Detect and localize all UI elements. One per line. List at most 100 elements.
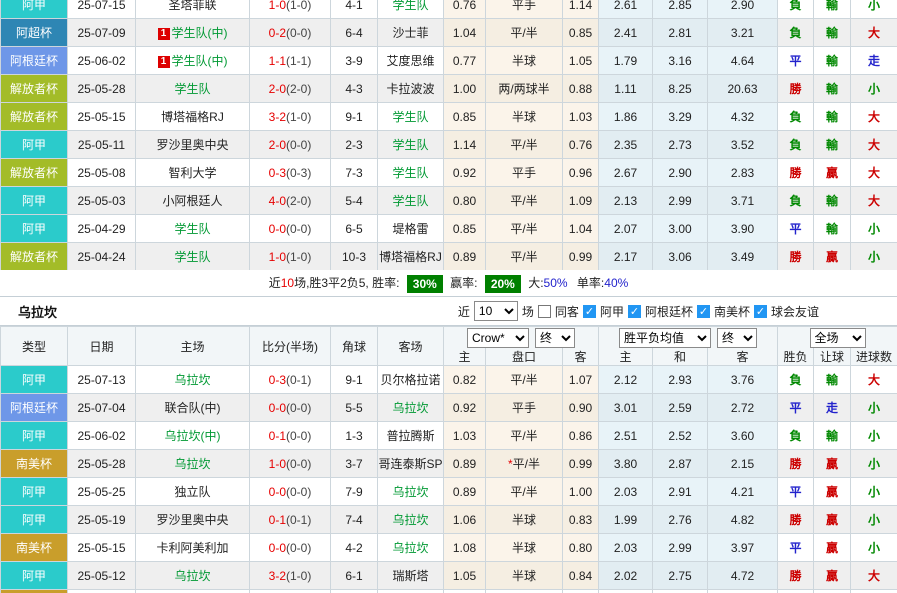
asia-away-odds-cell: 1.09 <box>563 187 599 215</box>
bottom-matches-table-clip: 类型 日期 主场 比分(半场) 角球 客场 Crow* 终 胜平负均值 <box>0 326 897 593</box>
empty-cell <box>851 590 897 593</box>
fulltime-score: 1-0 <box>269 0 286 12</box>
euro-draw-odds-cell: 8.25 <box>653 75 708 103</box>
euro-away-odds-cell: 3.90 <box>708 215 778 243</box>
result-goals-cell: 小 <box>851 0 897 19</box>
league-cell: 阿超杯 <box>1 19 68 47</box>
away-team-name: 瑞斯塔 <box>392 569 428 583</box>
subcol-asia-away: 客 <box>563 348 599 366</box>
asia-away-odds-cell: 1.00 <box>563 478 599 506</box>
halftime-score: (1-0) <box>286 0 311 12</box>
asia-away-odds-cell: 0.84 <box>563 562 599 590</box>
euro-home-odds-cell: 2.03 <box>599 534 653 562</box>
fulltime-score: 0-3 <box>269 373 286 387</box>
result-wdl-cell: 平 <box>778 534 814 562</box>
result-goals-cell: 小 <box>851 506 897 534</box>
result-handicap-cell: 贏 <box>814 159 851 187</box>
halftime-score: (0-0) <box>286 541 311 555</box>
handicap-cell: 半球 <box>486 534 563 562</box>
result-wdl-cell: 勝 <box>778 243 814 271</box>
home-team-name: 乌拉坎 <box>174 457 210 471</box>
score-cell: 0-2(0-0) <box>250 19 331 47</box>
corner-cell: 4-2 <box>331 534 378 562</box>
handicap-name: 平/半 <box>510 429 537 443</box>
league-cell: 阿甲 <box>1 366 68 394</box>
corner-cell: 3-7 <box>331 450 378 478</box>
handicap-cell: 平/半 <box>486 131 563 159</box>
section-header: 乌拉坎 近 10 场 同客 阿甲 阿根廷杯 南美杯 球会友谊 <box>0 297 897 326</box>
euro-avg-select[interactable]: 胜平负均值 <box>619 328 711 348</box>
asia-home-odds-cell: 0.92 <box>444 159 486 187</box>
corner-cell: 9-1 <box>331 366 378 394</box>
date-cell: 25-05-28 <box>68 75 136 103</box>
euro-home-odds-cell: 1.99 <box>599 506 653 534</box>
match-row: 解放者杯25-04-24学生队1-0(1-0)10-3博塔福格RJ0.89平/半… <box>1 243 897 271</box>
halftime-score: (0-1) <box>286 513 311 527</box>
fulltime-score: 1-0 <box>269 457 286 471</box>
result-wdl-cell: 平 <box>778 215 814 243</box>
league-filter-checkbox-cup[interactable] <box>628 305 641 318</box>
corner-cell: 4-1 <box>331 0 378 19</box>
col-header-away: 客场 <box>378 327 444 366</box>
asia-home-odds-cell: 1.06 <box>444 506 486 534</box>
league-cell: 解放者杯 <box>1 103 68 131</box>
result-handicap-cell: 贏 <box>814 450 851 478</box>
corner-cell: 3-9 <box>331 47 378 75</box>
away-team-cell: 学生队 <box>378 159 444 187</box>
away-team-cell: 堤格雷 <box>378 215 444 243</box>
asia-away-odds-cell: 0.99 <box>563 450 599 478</box>
euro-final-select[interactable]: 终 <box>717 328 757 348</box>
summary-big-pct: 50% <box>544 276 568 290</box>
euro-away-odds-cell: 4.64 <box>708 47 778 75</box>
score-cell: 2-0(2-0) <box>250 75 331 103</box>
halftime-score: (1-0) <box>286 250 311 264</box>
bookmaker-select[interactable]: Crow* <box>467 328 529 348</box>
away-team-name: 贝尔格拉诺 <box>380 373 440 387</box>
date-cell: 25-07-04 <box>68 394 136 422</box>
home-team-name: 学生队(中) <box>172 26 228 40</box>
halftime-score: (0-3) <box>286 166 311 180</box>
asia-final-select[interactable]: 终 <box>535 328 575 348</box>
league-filter-checkbox-jia[interactable] <box>583 305 596 318</box>
unit-label: 场 <box>522 303 534 320</box>
euro-home-odds-cell: 2.03 <box>599 478 653 506</box>
fulltime-score: 1-0 <box>269 250 286 264</box>
corner-cell: 6-5 <box>331 215 378 243</box>
date-cell: 25-06-02 <box>68 47 136 75</box>
halftime-score: (2-0) <box>286 82 311 96</box>
league-filter-label-cup: 阿根廷杯 <box>645 303 693 320</box>
league-filter-checkbox-sudamericana[interactable] <box>697 305 710 318</box>
euro-draw-odds-cell: 2.73 <box>653 131 708 159</box>
asia-away-odds-cell: 1.07 <box>563 366 599 394</box>
result-wdl-cell: 負 <box>778 366 814 394</box>
corner-cell: 7-4 <box>331 506 378 534</box>
euro-away-odds-cell: 4.21 <box>708 478 778 506</box>
away-team-cell: 学生队 <box>378 0 444 19</box>
euro-draw-odds-cell: 3.00 <box>653 215 708 243</box>
home-team-cell: 1学生队(中) <box>136 47 250 75</box>
euro-draw-odds-cell: 2.52 <box>653 422 708 450</box>
result-header-cell: 全场 <box>778 327 897 349</box>
euro-away-odds-cell: 3.49 <box>708 243 778 271</box>
result-goals-cell: 小 <box>851 422 897 450</box>
summary-big-label: 大: <box>528 276 543 290</box>
euro-draw-odds-cell: 2.99 <box>653 187 708 215</box>
scope-select[interactable]: 全场 <box>810 328 866 348</box>
asia-home-odds-cell: 0.77 <box>444 47 486 75</box>
euro-home-odds-cell: 2.12 <box>599 366 653 394</box>
league-cell: 阿甲 <box>1 131 68 159</box>
fulltime-score: 0-0 <box>269 401 286 415</box>
home-team-name: 独立队 <box>174 485 210 499</box>
corner-cell: 5-5 <box>331 394 378 422</box>
home-team-cell: 学生队 <box>136 215 250 243</box>
handicap-name: 平手 <box>512 166 536 180</box>
league-filter-checkbox-friendly[interactable] <box>754 305 767 318</box>
euro-home-odds-cell: 2.67 <box>599 159 653 187</box>
away-team-cell: 学生队 <box>378 103 444 131</box>
same-away-checkbox[interactable] <box>538 305 551 318</box>
away-team-cell: 学生队 <box>378 131 444 159</box>
halftime-score: (0-0) <box>286 138 311 152</box>
home-team-cell: 联合队(中) <box>136 394 250 422</box>
near-count-select[interactable]: 10 <box>474 301 518 321</box>
league-cell: 阿甲 <box>1 506 68 534</box>
